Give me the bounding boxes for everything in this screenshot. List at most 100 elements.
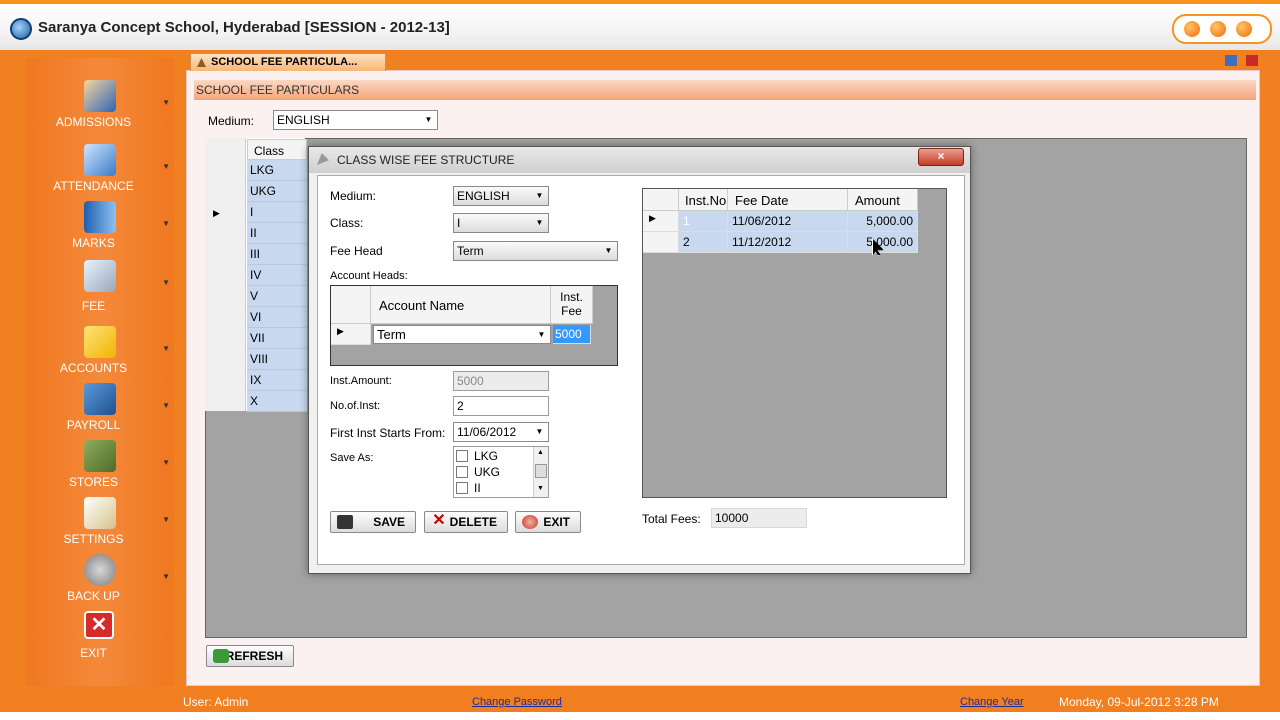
current-row-arrow-icon: ▶ bbox=[213, 208, 220, 218]
installment-grid: Inst.No Fee Date Amount ▶ 1 11/06/2012 5… bbox=[642, 188, 947, 498]
no-of-inst-label: No.of.Inst: bbox=[330, 400, 381, 412]
no-of-inst-field[interactable]: 2 bbox=[453, 396, 549, 416]
sidebar-item-settings[interactable]: SETTINGS ▼ bbox=[26, 497, 174, 554]
inst-fee-cell[interactable]: 5000 bbox=[553, 325, 591, 344]
table-row[interactable]: VI bbox=[247, 307, 307, 328]
window-controls bbox=[1172, 14, 1272, 44]
dialog-title-bar[interactable]: CLASS WISE FEE STRUCTURE bbox=[309, 147, 970, 173]
chevron-down-icon: ▼ bbox=[535, 191, 544, 200]
amount-header[interactable]: Amount bbox=[848, 189, 918, 211]
sidebar-item-stores[interactable]: STORES ▼ bbox=[26, 440, 174, 497]
class-value: I bbox=[457, 216, 461, 230]
user-label: User: Admin bbox=[183, 695, 249, 709]
dialog-icon bbox=[317, 153, 329, 165]
inst-no-cell[interactable]: 1 bbox=[679, 211, 728, 232]
dialog-close-button[interactable]: × bbox=[918, 148, 964, 166]
checkbox-ii[interactable] bbox=[456, 482, 468, 494]
table-row[interactable]: UKG bbox=[247, 181, 307, 202]
save-icon bbox=[337, 515, 353, 529]
list-item[interactable]: LKG bbox=[456, 449, 498, 463]
account-heads-label: Account Heads: bbox=[330, 270, 408, 282]
table-row[interactable]: V bbox=[247, 286, 307, 307]
close-icon[interactable] bbox=[1246, 55, 1258, 66]
list-item[interactable]: II bbox=[456, 481, 481, 495]
sidebar-item-marks[interactable]: MARKS ▼ bbox=[26, 201, 174, 258]
table-row[interactable]: VIII bbox=[247, 349, 307, 370]
tab-label: SCHOOL FEE PARTICULA... bbox=[211, 56, 358, 68]
sidebar-item-payroll[interactable]: PAYROLL ▼ bbox=[26, 383, 174, 440]
chevron-down-icon: ▼ bbox=[535, 427, 544, 436]
sidebar-item-accounts[interactable]: ACCOUNTS ▼ bbox=[26, 326, 174, 383]
scrollbar-thumb[interactable] bbox=[535, 464, 547, 478]
tab-school-fee-particulars[interactable]: SCHOOL FEE PARTICULA... bbox=[190, 53, 386, 71]
table-row[interactable]: IV bbox=[247, 265, 307, 286]
sidebar-item-label: BACK UP bbox=[67, 589, 120, 603]
change-password-link[interactable]: Change Password bbox=[472, 696, 562, 708]
exit-icon bbox=[522, 515, 538, 529]
account-name-select[interactable]: Term ▼ bbox=[373, 325, 551, 344]
window-title: Saranya Concept School, Hyderabad [SESSI… bbox=[38, 19, 450, 36]
inst-fee-header-line1: Inst. bbox=[560, 290, 583, 304]
change-year-link[interactable]: Change Year bbox=[960, 696, 1024, 708]
table-row[interactable]: II bbox=[247, 223, 307, 244]
table-row[interactable]: LKG bbox=[247, 160, 307, 181]
exit-label: EXIT bbox=[543, 515, 570, 529]
sidebar-item-exit[interactable]: ✕ EXIT bbox=[26, 611, 174, 668]
delete-x-icon: ✕ bbox=[432, 512, 446, 529]
chevron-down-icon: ▼ bbox=[162, 162, 170, 171]
medium-label: Medium: bbox=[208, 114, 255, 128]
table-row[interactable]: III bbox=[247, 244, 307, 265]
sidebar-item-fee[interactable]: FEE ▼ bbox=[26, 260, 174, 317]
inst-fee-header[interactable]: Inst. Fee bbox=[551, 286, 593, 324]
exit-button[interactable]: EXIT bbox=[515, 511, 581, 533]
table-row[interactable]: VII bbox=[247, 328, 307, 349]
inst-amount-field: 5000 bbox=[453, 371, 549, 391]
scroll-up-icon[interactable]: ▲ bbox=[537, 449, 544, 456]
chevron-down-icon: ▼ bbox=[424, 115, 433, 124]
class-column-header[interactable]: Class bbox=[247, 139, 307, 160]
list-item[interactable]: UKG bbox=[456, 465, 500, 479]
maximize-button[interactable] bbox=[1210, 21, 1226, 37]
walking-man-icon bbox=[84, 383, 116, 415]
row-header-column bbox=[205, 138, 246, 411]
first-inst-date-picker[interactable]: 11/06/2012 ▼ bbox=[453, 422, 549, 442]
sidebar-item-attendance[interactable]: ATTENDANCE ▼ bbox=[26, 144, 174, 201]
sidebar-item-backup[interactable]: BACK UP ▼ bbox=[26, 554, 174, 611]
minimize-button[interactable] bbox=[1184, 21, 1200, 37]
fee-date-cell[interactable]: 11/06/2012 bbox=[728, 211, 848, 232]
class-select[interactable]: I ▼ bbox=[453, 213, 549, 233]
fee-date-header[interactable]: Fee Date bbox=[728, 189, 848, 211]
table-row[interactable]: IX bbox=[247, 370, 307, 391]
scroll-down-icon[interactable]: ▼ bbox=[537, 485, 544, 492]
refresh-button[interactable]: REFRESH bbox=[206, 645, 294, 667]
pin-icon[interactable] bbox=[1224, 55, 1237, 66]
app-logo-icon bbox=[10, 18, 32, 40]
account-heads-grid: Account Name Inst. Fee ▶ Term ▼ 5000 bbox=[330, 285, 618, 366]
checkbox-ukg[interactable] bbox=[456, 466, 468, 478]
table-row[interactable]: I bbox=[247, 202, 307, 223]
tab-icon bbox=[197, 58, 206, 67]
close-window-button[interactable] bbox=[1236, 21, 1252, 37]
table-row[interactable]: X bbox=[247, 391, 307, 412]
checkbox-lkg[interactable] bbox=[456, 450, 468, 462]
sidebar-item-label: MARKS bbox=[72, 236, 115, 250]
list-item-label: LKG bbox=[474, 449, 499, 463]
inst-no-header[interactable]: Inst.No bbox=[679, 189, 728, 211]
first-inst-value: 11/06/2012 bbox=[457, 425, 517, 439]
chevron-down-icon: ▼ bbox=[535, 218, 544, 227]
medium-value: ENGLISH bbox=[277, 113, 330, 127]
dlg-medium-select[interactable]: ENGLISH ▼ bbox=[453, 186, 549, 206]
amount-cell[interactable]: 5,000.00 bbox=[848, 211, 918, 232]
scrollbar[interactable]: ▲ ▼ bbox=[533, 447, 548, 497]
medium-select[interactable]: ENGLISH ▼ bbox=[273, 110, 438, 130]
save-button[interactable]: SAVE bbox=[330, 511, 416, 533]
save-as-checklist: LKG UKG II ▲ ▼ bbox=[453, 446, 549, 498]
inst-no-cell[interactable]: 2 bbox=[679, 232, 728, 253]
delete-button[interactable]: ✕ DELETE bbox=[424, 511, 508, 533]
class-list-grid: Class ▶ LKG UKG I II III IV V VI VII VII… bbox=[205, 138, 307, 412]
fee-date-cell[interactable]: 11/12/2012 bbox=[728, 232, 848, 253]
account-name-header[interactable]: Account Name bbox=[371, 286, 551, 324]
sidebar-item-admissions[interactable]: ADMISSIONS ▼ bbox=[26, 80, 174, 137]
fee-head-select[interactable]: Term ▼ bbox=[453, 241, 618, 261]
panel-controls bbox=[1219, 55, 1258, 69]
